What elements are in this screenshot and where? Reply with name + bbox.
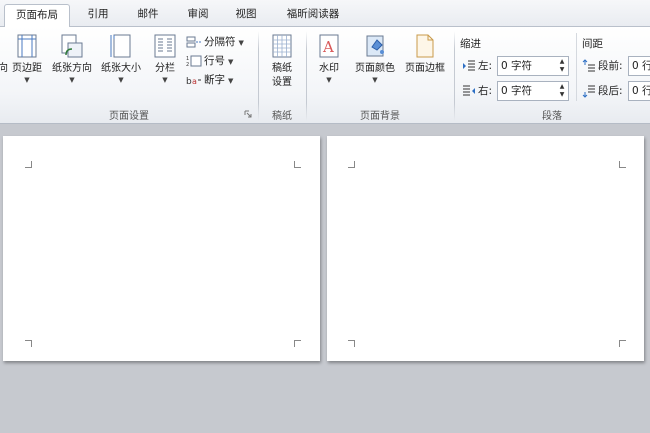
watermark-label: 水印 [319,63,339,74]
spacing-after-input[interactable]: 0 行 [628,81,650,101]
indent-left-input[interactable]: 0 字符 ▲ ▼ [497,56,569,76]
group-label-page-setup: 页面设置 [109,111,149,122]
tab-page-layout[interactable]: 页面布局 [4,4,70,28]
margins-button[interactable]: 页边距 ▼ [8,33,46,99]
chevron-down-icon: ▼ [372,76,378,84]
page-color-icon [366,35,384,57]
ribbon: 向 页边距 ▼ 纸张方向 ▼ 纸张大小 ▼ 分栏 ▼ 分隔符 ▼ 1 2 行号 … [0,27,650,124]
divider [576,33,577,101]
group-label-manuscript: 稿纸 [272,111,292,122]
group-label-page-background: 页面背景 [360,111,400,122]
chevron-down-icon: ▼ [162,76,168,84]
spacing-after-icon [582,85,595,98]
page-right[interactable] [327,136,644,361]
page-size-icon [110,34,131,58]
hyphenation-icon: ba [186,77,201,87]
indent-left-icon [463,60,475,71]
manuscript-label-line1: 稿纸 [272,63,292,74]
chevron-down-icon: ▼ [24,76,30,84]
page-break-icon [186,36,201,48]
spacing-before-value: 0 行 [632,60,650,72]
svg-text:2: 2 [186,62,189,67]
hyphenation-label: 断字 [204,74,225,86]
line-numbers-icon: 12 [186,55,202,68]
chevron-down-icon: ▼ [69,76,75,84]
watermark-icon: A [319,34,339,58]
size-button[interactable]: 纸张大小 ▼ [96,33,146,99]
chevron-down-icon: ▼ [228,77,234,85]
crop-mark [348,161,355,168]
document-workspace [0,124,650,433]
orientation-label: 纸张方向 [52,63,92,74]
orientation-button[interactable]: 纸张方向 ▼ [48,33,96,99]
indent-right-label: 右: [478,85,493,97]
page-left[interactable] [3,136,320,361]
size-label: 纸张大小 [101,63,141,74]
hyphenation-button[interactable]: b a 断字 ▼ [186,71,233,89]
tab-mailings[interactable]: 邮件 [130,4,166,27]
crop-mark [25,161,32,168]
page-borders-icon [416,34,434,58]
crop-mark [294,161,301,168]
columns-icon [154,34,176,58]
breaks-label: 分隔符 [204,36,236,48]
spacing-after-label: 段后: [598,85,623,97]
tab-foxit-reader[interactable]: 福昕阅读器 [278,4,348,27]
manuscript-settings-button[interactable]: 稿纸 设置 [264,33,300,99]
margins-icon [17,34,37,58]
columns-label: 分栏 [155,63,175,74]
chevron-down-icon: ▼ [326,76,332,84]
indent-right-input[interactable]: 0 字符 ▲ ▼ [497,81,569,101]
svg-text:A: A [322,38,334,56]
manuscript-label-line2: 设置 [272,77,292,88]
page-color-label: 页面颜色 [355,63,395,74]
orientation-icon [61,34,83,58]
manuscript-paper-icon [272,34,292,58]
line-numbers-label: 行号 [204,55,225,67]
chevron-down-icon: ▼ [228,58,234,66]
spinner-arrows-icon[interactable]: ▲ ▼ [557,83,567,99]
page-borders-label: 页面边框 [405,63,445,74]
dialog-launcher-icon[interactable] [244,110,252,118]
crop-mark [294,340,301,347]
crop-mark [619,340,626,347]
indent-left-label: 左: [478,60,493,72]
svg-text:a: a [192,77,197,86]
ribbon-tab-strip: 页面布局 引用 邮件 审阅 视图 福昕阅读器 [0,0,650,28]
columns-button[interactable]: 分栏 ▼ [150,33,180,99]
text-direction-label: 向 [0,63,8,74]
tab-view[interactable]: 视图 [228,4,264,27]
spacing-after-value: 0 行 [632,85,650,97]
spacing-title: 间距 [582,38,603,50]
crop-mark [619,161,626,168]
tab-references[interactable]: 引用 [80,4,116,27]
margins-label: 页边距 [12,63,42,74]
crop-mark [348,340,355,347]
spinner-arrows-icon[interactable]: ▲ ▼ [557,58,567,74]
indent-left-value: 0 字符 [501,60,533,72]
tab-review[interactable]: 审阅 [180,4,216,27]
spacing-before-label: 段前: [598,60,623,72]
indent-right-icon [463,85,475,96]
page-color-button[interactable]: 页面颜色 ▼ [350,33,400,99]
watermark-button[interactable]: A 水印 ▼ [312,33,346,99]
crop-mark [25,340,32,347]
chevron-down-icon: ▼ [238,39,244,47]
line-numbers-button[interactable]: 1 2 行号 ▼ [186,52,233,70]
group-label-paragraph: 段落 [542,111,562,122]
spacing-before-input[interactable]: 0 行 [628,56,650,76]
spacing-before-icon [582,59,595,72]
indent-title: 缩进 [460,38,481,50]
page-borders-button[interactable]: 页面边框 [400,33,450,99]
breaks-button[interactable]: 分隔符 ▼ [186,33,244,51]
indent-right-value: 0 字符 [501,85,533,97]
text-direction-button[interactable]: 向 [0,33,8,99]
chevron-down-icon: ▼ [118,76,124,84]
